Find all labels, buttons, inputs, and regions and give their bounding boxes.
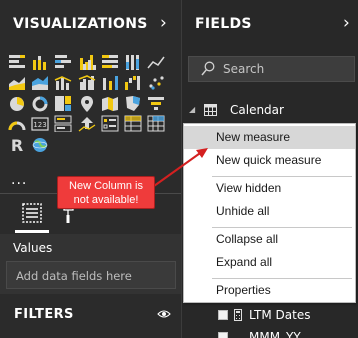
map-icon[interactable]	[78, 95, 98, 112]
svg-text:123: 123	[34, 121, 47, 129]
values-well: Values Add data fields here	[0, 234, 181, 294]
stacked-column-chart-icon[interactable]	[31, 54, 51, 71]
gauge-icon[interactable]	[8, 115, 28, 132]
line-and-clustered-column-chart-icon[interactable]	[78, 74, 98, 91]
add-data-fields-drop-zone[interactable]: Add data fields here	[6, 261, 176, 289]
annotation-callout: New Column is not available!	[57, 176, 155, 209]
clustered-column-chart-icon[interactable]	[78, 54, 98, 71]
expand-triangle-icon[interactable]: ◢	[189, 105, 195, 114]
line-chart-icon[interactable]	[147, 54, 167, 71]
field-row[interactable]: MMM_YY	[182, 327, 358, 338]
stacked-area-chart-icon[interactable]	[31, 74, 51, 91]
r-script-visual-icon[interactable]: R	[8, 136, 28, 153]
table-name: Calendar	[230, 103, 284, 117]
collapse-fields-chevron-icon[interactable]: ›	[343, 13, 350, 33]
menu-item-collapse-all[interactable]: Collapse all	[184, 228, 355, 251]
table-visual-icon[interactable]	[124, 115, 144, 132]
menu-item-expand-all[interactable]: Expand all	[184, 251, 355, 274]
line-and-stacked-column-chart-icon[interactable]	[54, 74, 74, 91]
funnel-chart-icon[interactable]	[147, 95, 167, 112]
card-icon[interactable]: 123	[31, 115, 51, 132]
svg-text:R: R	[11, 136, 23, 153]
table-icon	[204, 104, 217, 116]
visualizations-header: VISUALIZATIONS ›	[0, 0, 181, 50]
values-label: Values	[13, 241, 53, 255]
menu-item-view-hidden[interactable]: View hidden	[184, 177, 355, 200]
filled-map-icon[interactable]	[101, 95, 121, 112]
visualizations-pane: VISUALIZATIONS › 123 R ... Values Add dat…	[0, 0, 181, 338]
shape-map-icon[interactable]	[124, 95, 144, 112]
context-menu: New measure New quick measure View hidde…	[183, 123, 356, 303]
fields-title: FIELDS	[195, 16, 252, 32]
globe-map-icon[interactable]	[31, 136, 51, 153]
slicer-icon[interactable]	[101, 115, 121, 132]
calculator-icon	[234, 309, 242, 321]
field-checkbox[interactable]	[218, 332, 228, 338]
matrix-icon[interactable]	[147, 115, 167, 132]
100pct-stacked-bar-chart-icon[interactable]	[101, 54, 121, 71]
stacked-bar-chart-icon[interactable]	[8, 54, 28, 71]
area-chart-icon[interactable]	[8, 74, 28, 91]
pie-chart-icon[interactable]	[8, 95, 28, 112]
field-row[interactable]: LTM Dates	[182, 305, 358, 327]
callout-line-1: New Column is	[69, 180, 143, 192]
multi-row-card-icon[interactable]	[54, 115, 74, 133]
collapse-visualizations-chevron-icon[interactable]: ›	[160, 13, 167, 33]
search-input[interactable]: Search	[188, 56, 355, 82]
clustered-bar-chart-icon[interactable]	[54, 54, 74, 71]
ribbon-chart-icon[interactable]	[101, 74, 121, 91]
donut-chart-icon[interactable]	[31, 95, 51, 112]
callout-line-2: not available!	[73, 194, 139, 206]
visualizations-title: VISUALIZATIONS	[13, 16, 148, 32]
filters-title: FILTERS	[14, 307, 74, 322]
filters-section: FILTERS	[0, 300, 181, 338]
more-visuals-button[interactable]: ...	[11, 172, 27, 188]
kpi-icon[interactable]	[78, 115, 98, 132]
field-label: MMM_YY	[249, 330, 301, 338]
table-calendar[interactable]: ◢ Calendar	[182, 99, 358, 121]
treemap-icon[interactable]	[54, 95, 74, 112]
menu-item-properties[interactable]: Properties	[184, 279, 355, 302]
fields-well-tab[interactable]	[15, 197, 49, 233]
search-icon	[201, 61, 215, 76]
waterfall-chart-icon[interactable]	[124, 74, 144, 91]
menu-item-unhide-all[interactable]: Unhide all	[184, 200, 355, 223]
menu-item-new-measure[interactable]: New measure	[184, 126, 355, 149]
scatter-chart-icon[interactable]	[147, 74, 167, 91]
field-label: LTM Dates	[249, 308, 311, 322]
fields-well-icon	[22, 203, 42, 223]
100pct-stacked-column-chart-icon[interactable]	[124, 54, 144, 71]
search-placeholder: Search	[223, 62, 265, 76]
drop-zone-placeholder: Add data fields here	[16, 269, 132, 283]
menu-item-new-quick-measure[interactable]: New quick measure	[184, 149, 355, 172]
eye-icon[interactable]	[157, 309, 171, 319]
field-checkbox[interactable]	[218, 310, 228, 320]
